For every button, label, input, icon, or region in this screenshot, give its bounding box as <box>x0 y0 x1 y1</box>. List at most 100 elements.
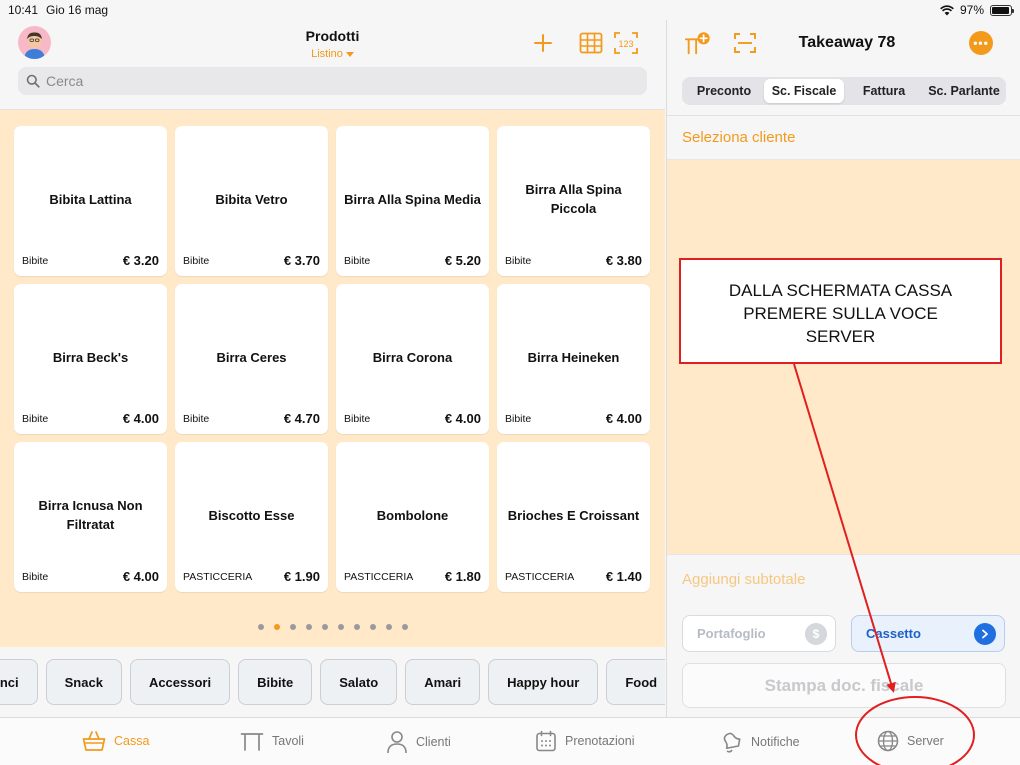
globe-icon <box>877 730 899 752</box>
product-price: € 3.80 <box>605 253 642 268</box>
segment-scontrino-parlante[interactable]: Sc. Parlante <box>924 79 1004 103</box>
product-card[interactable]: Bombolone PASTICCERIA € 1.80 <box>336 442 489 592</box>
tab-label: Notifiche <box>751 735 800 749</box>
page-dot[interactable] <box>257 624 264 630</box>
person-icon <box>387 731 407 754</box>
status-date: Gio 16 mag <box>46 3 109 17</box>
tab-tavoli[interactable]: Tavoli <box>240 730 304 752</box>
product-category: PASTICCERIA <box>183 571 253 583</box>
category-chip[interactable]: Salato <box>320 659 398 705</box>
tab-server[interactable]: Server <box>877 730 944 752</box>
search-bar[interactable] <box>18 67 647 95</box>
battery-percent: 97% <box>959 3 984 17</box>
add-subtotal-row[interactable]: Aggiungi subtotale <box>667 554 1020 604</box>
product-card[interactable]: Birra Icnusa Non Filtratat Bibite € 4.00 <box>14 442 167 592</box>
category-label: Amari <box>424 674 462 690</box>
category-label: Happy hour <box>507 674 580 690</box>
segment-preconto[interactable]: Preconto <box>684 79 764 103</box>
product-price: € 4.00 <box>605 411 642 426</box>
price-list-label: Listino <box>311 48 343 60</box>
price-list-selector[interactable]: Listino <box>0 48 665 60</box>
product-price: € 4.70 <box>283 411 320 426</box>
page-indicator[interactable] <box>0 624 665 630</box>
product-card[interactable]: Birra Alla Spina Piccola Bibite € 3.80 <box>497 126 650 276</box>
scan-icon[interactable] <box>731 29 759 57</box>
select-client-row[interactable]: Seleziona cliente <box>667 116 1020 160</box>
status-bar: 10:41 Gio 16 mag 97% <box>0 0 1020 20</box>
page-dot[interactable] <box>337 624 344 630</box>
chevron-right-icon <box>974 622 996 645</box>
category-chip[interactable]: Bibite <box>238 659 313 705</box>
plus-icon[interactable] <box>530 30 556 56</box>
product-card[interactable]: Bibita Lattina Bibite € 3.20 <box>14 126 167 276</box>
category-chip[interactable]: Amari <box>405 659 481 705</box>
dollar-coin-icon: $ <box>805 622 827 645</box>
product-name: Birra Corona <box>372 349 453 365</box>
product-card[interactable]: Birra Alla Spina Media Bibite € 5.20 <box>336 126 489 276</box>
category-label: Bibite <box>257 674 294 690</box>
page-dot[interactable] <box>401 624 408 630</box>
category-bar: vinci Snack Accessori Bibite Salato Amar… <box>0 647 665 717</box>
page-dot[interactable] <box>305 624 312 630</box>
tab-notifiche[interactable]: Notifiche <box>721 730 800 754</box>
product-card[interactable]: Birra Beck's Bibite € 4.00 <box>14 284 167 434</box>
add-table-icon[interactable] <box>684 29 712 57</box>
product-card[interactable]: Bibita Vetro Bibite € 3.70 <box>175 126 328 276</box>
product-category: Bibite <box>22 255 49 267</box>
page-dot[interactable] <box>273 624 280 630</box>
product-price: € 1.80 <box>444 569 481 584</box>
page-title: Prodotti <box>305 28 360 44</box>
product-price: € 1.40 <box>605 569 642 584</box>
search-input[interactable] <box>46 73 606 89</box>
page-dot[interactable] <box>369 624 376 630</box>
add-subtotal-label: Aggiungi subtotale <box>682 571 806 588</box>
product-category: Bibite <box>505 255 532 267</box>
product-name: Brioches E Croissant <box>507 507 640 523</box>
product-name: Birra Beck's <box>52 349 129 365</box>
product-price: € 4.00 <box>122 569 159 584</box>
chevron-down-icon <box>345 51 354 57</box>
cash-drawer-label: Cassetto <box>866 626 921 641</box>
segment-fattura[interactable]: Fattura <box>844 79 924 103</box>
tab-prenotazioni[interactable]: Prenotazioni <box>535 730 635 752</box>
wallet-button[interactable]: Portafoglio $ <box>682 615 836 652</box>
page-dot[interactable] <box>321 624 328 630</box>
product-name: Bibita Lattina <box>49 191 132 207</box>
tab-clienti[interactable]: Clienti <box>386 730 451 754</box>
product-name: Birra Alla Spina Media <box>344 191 481 207</box>
page-dot[interactable] <box>385 624 392 630</box>
category-label: Salato <box>339 674 379 690</box>
order-header: Takeaway 78 ••• Preconto Sc. Fiscale Fat… <box>667 20 1020 116</box>
order-title: Takeaway 78 <box>798 34 896 51</box>
print-fiscal-document-button[interactable]: Stampa doc. fiscale <box>682 663 1006 708</box>
product-card[interactable]: Birra Corona Bibite € 4.00 <box>336 284 489 434</box>
product-card[interactable]: Birra Heineken Bibite € 4.00 <box>497 284 650 434</box>
calendar-icon <box>536 730 556 752</box>
product-price: € 1.90 <box>283 569 320 584</box>
category-chip[interactable]: Happy hour <box>488 659 599 705</box>
page-dot[interactable] <box>289 624 296 630</box>
tab-label: Tavoli <box>272 734 304 748</box>
product-price: € 5.20 <box>444 253 481 268</box>
product-category: Bibite <box>505 413 532 425</box>
product-category: PASTICCERIA <box>505 571 575 583</box>
category-chip[interactable]: Accessori <box>129 659 231 705</box>
category-chip[interactable]: Snack <box>45 659 122 705</box>
category-chip[interactable]: vinci <box>0 659 38 705</box>
search-icon <box>26 74 40 88</box>
tab-cassa[interactable]: Cassa <box>82 730 149 752</box>
page-dot[interactable] <box>353 624 360 630</box>
basket-icon <box>82 731 106 751</box>
cash-drawer-button[interactable]: Cassetto <box>851 615 1005 652</box>
product-card[interactable]: Birra Ceres Bibite € 4.70 <box>175 284 328 434</box>
numeric-keypad-icon[interactable]: 123 <box>613 30 639 56</box>
product-card[interactable]: Brioches E Croissant PASTICCERIA € 1.40 <box>497 442 650 592</box>
segment-scontrino-fiscale[interactable]: Sc. Fiscale <box>764 79 844 103</box>
more-icon[interactable]: ••• <box>969 31 993 55</box>
grid-icon[interactable] <box>578 30 604 56</box>
document-type-segmented-control: Preconto Sc. Fiscale Fattura Sc. Parlant… <box>682 77 1006 105</box>
product-card[interactable]: Biscotto Esse PASTICCERIA € 1.90 <box>175 442 328 592</box>
product-category: Bibite <box>22 413 49 425</box>
wifi-icon <box>940 4 954 15</box>
category-chip[interactable]: Food <box>606 659 665 705</box>
